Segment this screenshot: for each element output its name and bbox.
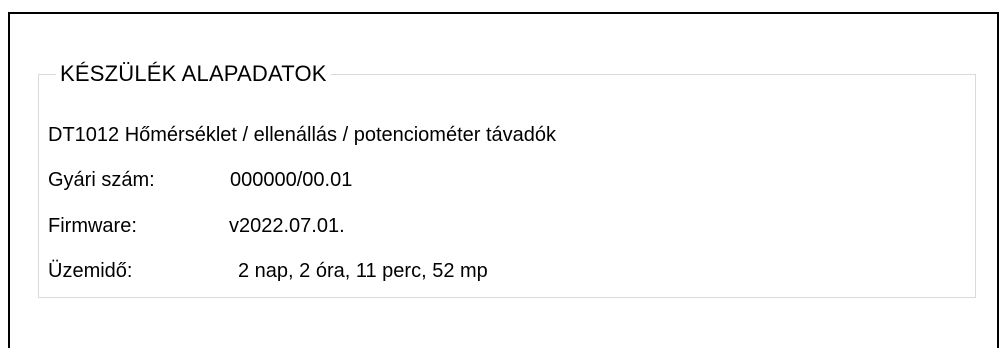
groupbox-title: KÉSZÜLÉK ALAPADATOK (56, 60, 331, 88)
device-model-description: DT1012 Hőmérséklet / ellenállás / potenc… (48, 124, 557, 146)
device-basic-data-groupbox (38, 74, 976, 298)
serial-number-value: 000000/00.01 (230, 169, 353, 191)
uptime-value: 2 nap, 2 óra, 11 perc, 52 mp (238, 260, 488, 282)
firmware-label: Firmware: (48, 215, 137, 237)
serial-number-label: Gyári szám: (48, 169, 155, 191)
uptime-label: Üzemidő: (48, 260, 133, 282)
firmware-value: v2022.07.01. (229, 215, 345, 237)
